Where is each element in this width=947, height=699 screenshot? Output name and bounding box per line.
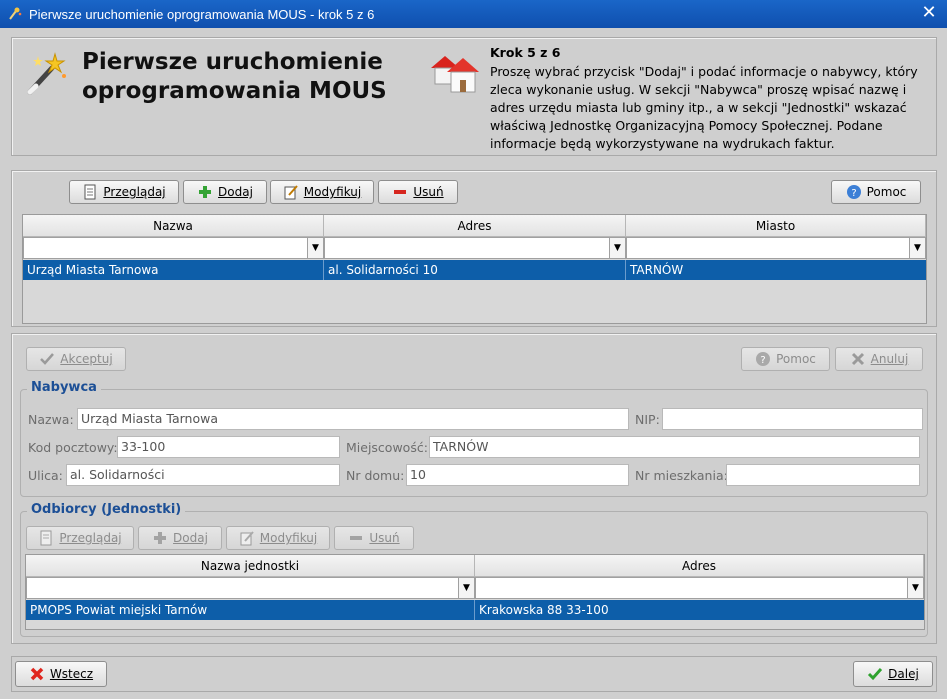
houses-icon <box>431 56 479 93</box>
plus-icon <box>154 532 167 544</box>
flat-number-label: Nr mieszkania: <box>635 468 728 483</box>
next-label: Dalej <box>888 667 919 681</box>
cell-address: al. Solidarności 10 <box>324 260 626 280</box>
column-header-name[interactable]: Nazwa <box>23 215 324 237</box>
check-icon <box>868 668 883 681</box>
check-icon <box>40 353 55 365</box>
svg-text:?: ? <box>760 355 765 366</box>
nip-label: NIP: <box>635 412 660 427</box>
recipients-browse-button[interactable]: Przeglądaj <box>26 526 134 550</box>
help-button[interactable]: ? Pomoc <box>831 180 921 204</box>
chevron-down-icon[interactable]: ▼ <box>609 238 625 258</box>
chevron-down-icon[interactable]: ▼ <box>907 578 923 598</box>
delete-label: Usuń <box>413 185 444 199</box>
house-number-label: Nr domu: <box>346 468 405 483</box>
buyers-grid: Nazwa Adres Miasto ▼ ▼ ▼ Urząd Miasta Ta… <box>22 214 927 324</box>
column-header-unit-address[interactable]: Adres <box>475 555 924 577</box>
accept-label: Akceptuj <box>60 352 113 366</box>
street-field[interactable]: al. Solidarności <box>66 464 340 486</box>
svg-text:?: ? <box>851 188 856 199</box>
help-icon: ? <box>756 352 771 366</box>
page-title: Pierwsze uruchomienie oprogramowania MOU… <box>82 49 387 104</box>
table-row[interactable]: Urząd Miasta Tarnowa al. Solidarności 10… <box>23 260 926 280</box>
minus-icon <box>394 190 407 194</box>
header-panel: Pierwsze uruchomienie oprogramowania MOU… <box>11 37 937 156</box>
modify-label: Modyfikuj <box>303 185 362 199</box>
cell-name: Urząd Miasta Tarnowa <box>23 260 324 280</box>
column-header-city[interactable]: Miasto <box>626 215 926 237</box>
house-number-field[interactable]: 10 <box>406 464 629 486</box>
plus-icon <box>199 186 212 198</box>
help-label: Pomoc <box>866 185 907 199</box>
browse-label: Przeglądaj <box>103 185 166 199</box>
back-label: Wstecz <box>49 667 94 681</box>
back-button[interactable]: Wstecz <box>15 661 107 687</box>
next-button[interactable]: Dalej <box>853 661 933 687</box>
magic-wand-icon <box>27 52 66 95</box>
chevron-down-icon[interactable]: ▼ <box>458 578 474 598</box>
cell-unit-address: Krakowska 88 33-100 <box>479 603 609 617</box>
cancel-button[interactable]: Anuluj <box>835 347 923 371</box>
recipients-group-label: Odbiorcy (Jednostki) <box>27 502 186 517</box>
recipients-browse-label: Przeglądaj <box>59 531 122 545</box>
chevron-down-icon[interactable]: ▼ <box>307 238 323 258</box>
step-title: Krok 5 z 6 <box>490 45 561 60</box>
document-icon <box>40 530 52 546</box>
add-button[interactable]: Dodaj <box>183 180 267 204</box>
column-header-address[interactable]: Adres <box>324 215 626 237</box>
recipients-delete-button[interactable]: Usuń <box>334 526 414 550</box>
filter-unit-address-input[interactable]: ▼ <box>475 577 924 599</box>
edit-icon <box>240 531 254 546</box>
document-icon <box>84 184 96 200</box>
recipients-add-button[interactable]: Dodaj <box>138 526 222 550</box>
footer-bar: Wstecz Dalej <box>11 656 937 692</box>
recipients-add-label: Dodaj <box>173 531 208 545</box>
title-bar[interactable]: Pierwsze uruchomienie oprogramowania MOU… <box>0 0 947 28</box>
step-description: Proszę wybrać przycisk "Dodaj" i podać i… <box>490 64 918 151</box>
edit-panel: Akceptuj ? Pomoc Anuluj Nabywca Nazwa: U… <box>11 333 937 644</box>
edit-help-button[interactable]: ? Pomoc <box>741 347 830 371</box>
edit-help-label: Pomoc <box>776 352 816 366</box>
help-icon: ? <box>846 185 861 199</box>
buyers-panel: Przeglądaj Dodaj Modyfikuj Usuń ? Pomoc … <box>11 170 937 327</box>
filter-city-input[interactable]: ▼ <box>626 237 926 259</box>
browse-button[interactable]: Przeglądaj <box>69 180 179 204</box>
city-label: Miejscowość: <box>346 440 428 455</box>
buyer-group-label: Nabywca <box>27 380 101 395</box>
postal-code-field[interactable]: 33-100 <box>117 436 340 458</box>
cell-city: TARNÓW <box>630 263 684 277</box>
chevron-down-icon[interactable]: ▼ <box>909 238 925 258</box>
recipients-modify-button[interactable]: Modyfikuj <box>226 526 330 550</box>
wizard-window: Pierwsze uruchomienie oprogramowania MOU… <box>0 0 947 699</box>
filter-unit-name-input[interactable]: ▼ <box>26 577 475 599</box>
column-header-unit-name[interactable]: Nazwa jednostki <box>26 555 475 577</box>
name-field[interactable]: Urząd Miasta Tarnowa <box>77 408 629 430</box>
street-label: Ulica: <box>28 468 63 483</box>
nip-field[interactable] <box>662 408 923 430</box>
recipients-grid: Nazwa jednostki Adres ▼ ▼ PMOPS Powiat m… <box>25 554 925 630</box>
delete-button[interactable]: Usuń <box>378 180 458 204</box>
close-button[interactable]: ✕ <box>919 3 939 23</box>
flat-number-field[interactable] <box>726 464 920 486</box>
cancel-label: Anuluj <box>870 352 909 366</box>
city-field[interactable]: TARNÓW <box>429 436 920 458</box>
window-title: Pierwsze uruchomienie oprogramowania MOU… <box>29 6 375 22</box>
app-icon <box>9 7 22 20</box>
accept-button[interactable]: Akceptuj <box>26 347 126 371</box>
close-icon <box>851 352 864 366</box>
recipients-modify-label: Modyfikuj <box>259 531 318 545</box>
name-label: Nazwa: <box>28 412 74 427</box>
filter-name-input[interactable]: ▼ <box>23 237 324 259</box>
edit-icon <box>284 185 298 200</box>
postal-code-label: Kod pocztowy: <box>28 440 118 455</box>
table-row[interactable]: PMOPS Powiat miejski Tarnów Krakowska 88… <box>26 600 924 620</box>
filter-address-input[interactable]: ▼ <box>324 237 626 259</box>
recipients-delete-label: Usuń <box>369 531 400 545</box>
modify-button[interactable]: Modyfikuj <box>270 180 374 204</box>
red-x-icon <box>30 667 44 681</box>
add-label: Dodaj <box>218 185 253 199</box>
minus-icon <box>350 536 363 540</box>
cell-unit-name: PMOPS Powiat miejski Tarnów <box>26 600 475 620</box>
